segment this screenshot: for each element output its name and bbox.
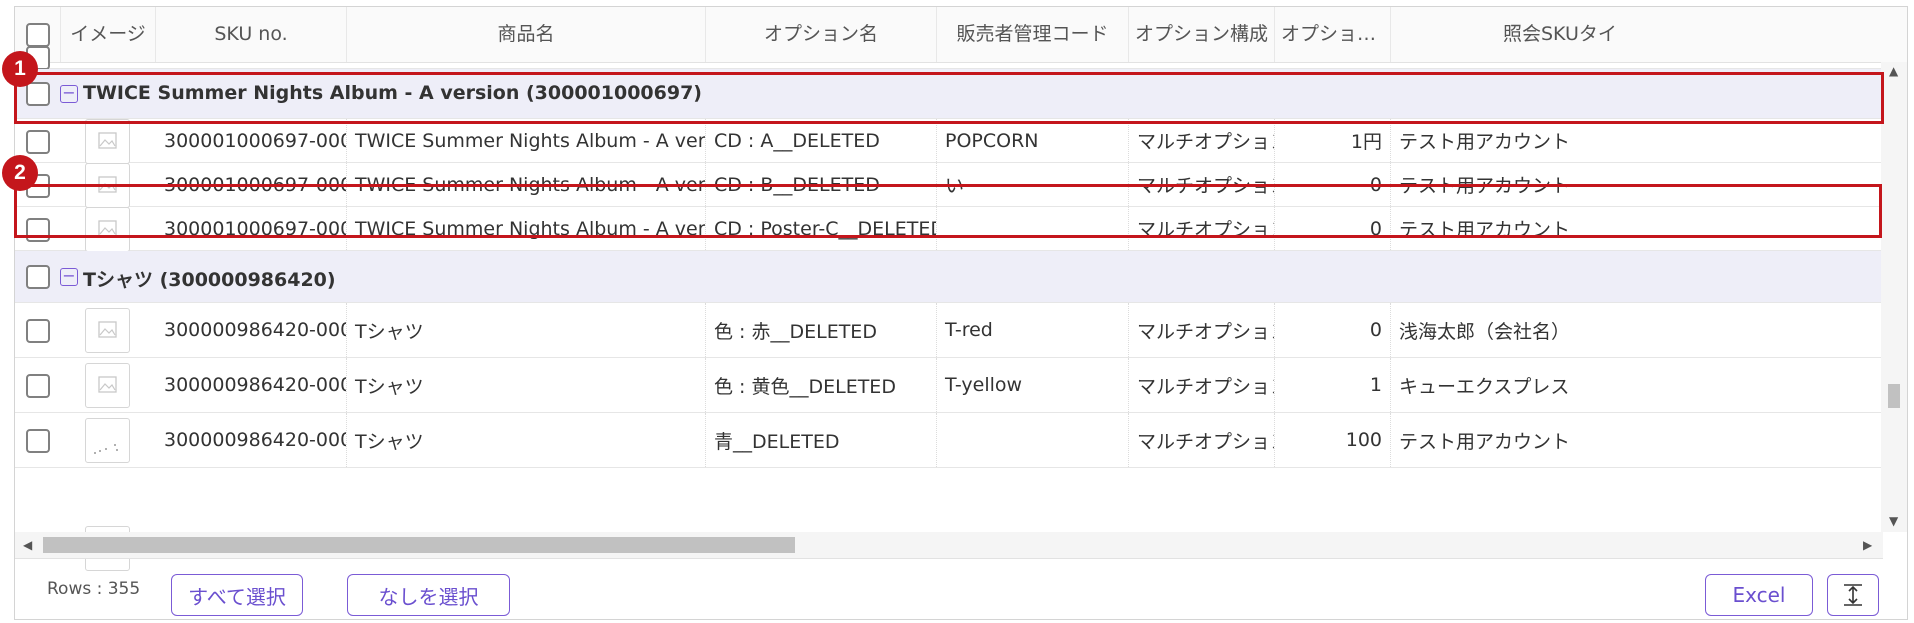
cell-seller-code	[937, 413, 1129, 467]
cell-option-name: 青__DELETED	[706, 413, 937, 467]
cell-option-qty: 0	[1275, 303, 1391, 357]
cell-seller-code: T-red	[937, 303, 1129, 357]
table-row[interactable]: 300000986420-00003 Tシャツ 青__DELETED マルチオプ…	[15, 413, 1883, 468]
cell-sku-type: 浅海太郎（会社名）	[1399, 320, 1571, 343]
grid-footer: Rows : 355 すべて選択 なしを選択 Excel	[15, 559, 1907, 619]
cell-seller-code: POPCORN	[937, 119, 1129, 162]
expand-height-icon[interactable]	[1827, 574, 1879, 616]
cell-sku-type: キューエクスプレス	[1399, 375, 1570, 398]
row-checkbox[interactable]	[26, 130, 50, 154]
group-checkbox[interactable]	[26, 265, 50, 289]
image-placeholder-icon	[85, 119, 130, 164]
cell-option-config: マルチオプション	[1129, 303, 1275, 357]
cell-product-name: Tシャツ	[347, 358, 706, 412]
cell-option-qty: 1	[1275, 358, 1391, 412]
cell-sku: 300001000697-00001	[156, 119, 347, 162]
table-row[interactable]: 300001000697-00001 TWICE Summer Nights A…	[15, 119, 1883, 164]
table-row-partial	[15, 468, 1883, 571]
cell-option-name: 色 : 黄色__DELETED	[706, 358, 937, 412]
row-checkbox[interactable]	[26, 319, 50, 343]
header-sku-type[interactable]: 照会SKUタイ	[1391, 7, 1907, 62]
table-row-partial	[15, 46, 1883, 70]
collapse-icon[interactable]: −	[60, 268, 78, 286]
image-placeholder-icon	[85, 363, 130, 408]
scroll-up-icon[interactable]: ▲	[1889, 64, 1898, 78]
group-row[interactable]: − Tシャツ (300000986420)	[15, 251, 1883, 303]
cell-product-name: TWICE Summer Nights Album - A version	[347, 119, 706, 162]
table-row[interactable]: 300000986420-00001 Tシャツ 色 : 赤__DELETED T…	[15, 303, 1883, 358]
table-row[interactable]: 300000986420-00002 Tシャツ 色 : 黄色__DELETED …	[15, 358, 1883, 413]
cell-sku: 300000986420-00001	[156, 303, 347, 357]
cell-option-name: 色 : 赤__DELETED	[706, 303, 937, 357]
group-label: Tシャツ (300000986420)	[83, 269, 336, 291]
rows-count: Rows : 355	[47, 579, 141, 599]
row-checkbox[interactable]	[26, 429, 50, 453]
header-option-qty[interactable]: オプション…	[1275, 7, 1391, 62]
scroll-left-icon[interactable]: ◀	[23, 538, 32, 552]
cell-option-name: CD : A__DELETED	[706, 119, 937, 162]
cell-product-name: Tシャツ	[347, 303, 706, 357]
vertical-scrollbar[interactable]: ▲ ▼	[1881, 62, 1907, 532]
cell-option-config: マルチオプション	[1129, 358, 1275, 412]
cell-seller-code: T-yellow	[937, 358, 1129, 412]
horizontal-scroll-thumb[interactable]	[43, 537, 795, 553]
image-placeholder-icon	[85, 308, 130, 353]
header-option-name[interactable]: オプション名	[706, 7, 937, 62]
product-thumbnail	[85, 418, 130, 463]
grid-header: イメージ SKU no. 商品名 オプション名 販売者管理コード オプション構成…	[15, 7, 1907, 63]
cell-option-config: マルチオプション	[1129, 413, 1275, 467]
cell-sku: 300000986420-00003	[156, 413, 347, 467]
scroll-right-icon[interactable]: ▶	[1863, 538, 1872, 552]
header-product-name[interactable]: 商品名	[347, 7, 706, 62]
cell-sku-type: テスト用アカウント	[1399, 131, 1571, 153]
cell-product-name: Tシャツ	[347, 413, 706, 467]
callout-badge-1: 1	[2, 51, 38, 87]
horizontal-scrollbar[interactable]: ◀ ▶	[15, 532, 1883, 559]
callout-badge-2: 2	[2, 155, 38, 191]
header-sku-no[interactable]: SKU no.	[156, 7, 347, 62]
vertical-scroll-thumb[interactable]	[1888, 384, 1900, 408]
select-all-button[interactable]: すべて選択	[171, 574, 303, 616]
select-none-button[interactable]: なしを選択	[347, 574, 510, 616]
select-all-checkbox[interactable]	[26, 23, 50, 47]
cell-option-qty: 1円	[1275, 119, 1391, 162]
row-checkbox[interactable]	[26, 374, 50, 398]
excel-button[interactable]: Excel	[1705, 574, 1813, 616]
header-option-config[interactable]: オプション構成	[1129, 7, 1275, 62]
cell-option-qty: 100	[1275, 413, 1391, 467]
scroll-down-icon[interactable]: ▼	[1889, 514, 1898, 528]
highlight-box-1	[14, 72, 1884, 124]
cell-sku-type: テスト用アカウント	[1399, 430, 1571, 453]
highlight-box-2	[14, 184, 1882, 238]
header-image[interactable]: イメージ	[61, 7, 156, 62]
header-seller-code[interactable]: 販売者管理コード	[937, 7, 1129, 62]
cell-option-config: マルチオプション	[1129, 119, 1275, 162]
cell-sku: 300000986420-00002	[156, 358, 347, 412]
